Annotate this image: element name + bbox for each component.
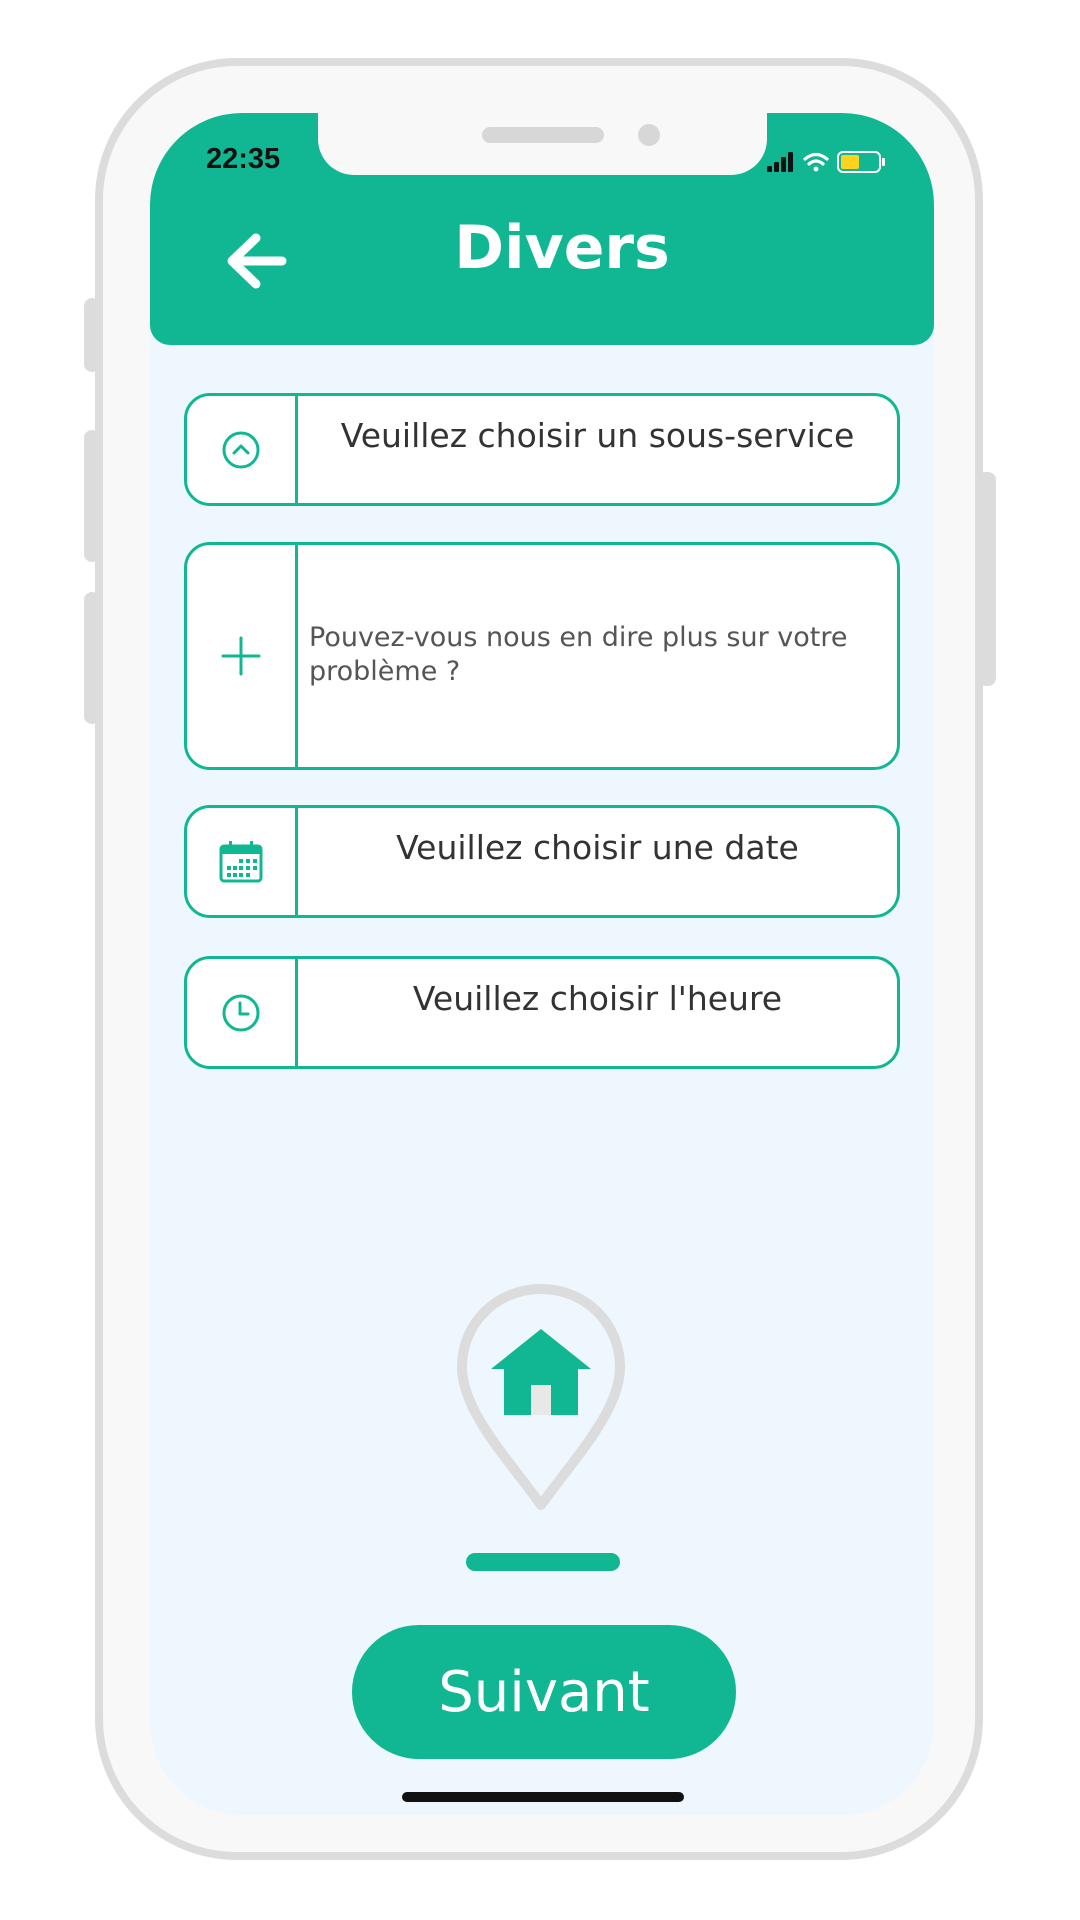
page-title: Divers (454, 213, 670, 283)
battery-level (841, 155, 859, 169)
app-screen: 22:35 Divers Veuillez choisir un sous-se… (150, 113, 934, 1815)
date-picker[interactable]: Veuillez choisir une date (184, 805, 900, 918)
chevron-up-circle-icon (222, 431, 260, 468)
date-label: Veuillez choisir une date (396, 828, 799, 867)
status-time: 22:35 (206, 143, 281, 175)
problem-description-field[interactable] (184, 542, 900, 770)
next-button[interactable]: Suivant (352, 1625, 736, 1759)
time-picker[interactable]: Veuillez choisir l'heure (184, 956, 900, 1069)
decorative-bar (466, 1553, 620, 1571)
front-camera (638, 124, 660, 146)
sub-service-select[interactable]: Veuillez choisir un sous-service (184, 393, 900, 506)
home-location-pin-icon (457, 1284, 625, 1510)
calendar-icon (219, 840, 263, 882)
plus-icon (221, 636, 261, 676)
status-icons (767, 151, 885, 173)
signal-icon (767, 152, 793, 172)
time-label: Veuillez choisir l'heure (412, 979, 783, 1018)
speaker-grille (482, 127, 604, 143)
battery-icon (837, 151, 885, 173)
device-mockup: 22:35 Divers Veuillez choisir un sous-se… (0, 0, 1080, 1920)
device-notch (318, 113, 767, 175)
wifi-icon (803, 152, 829, 172)
sub-service-label: Veuillez choisir un sous-service (340, 416, 855, 455)
problem-description-input[interactable] (309, 621, 877, 711)
home-indicator[interactable] (402, 1792, 684, 1802)
app-header: 22:35 Divers (150, 113, 934, 345)
clock-icon (222, 994, 260, 1031)
